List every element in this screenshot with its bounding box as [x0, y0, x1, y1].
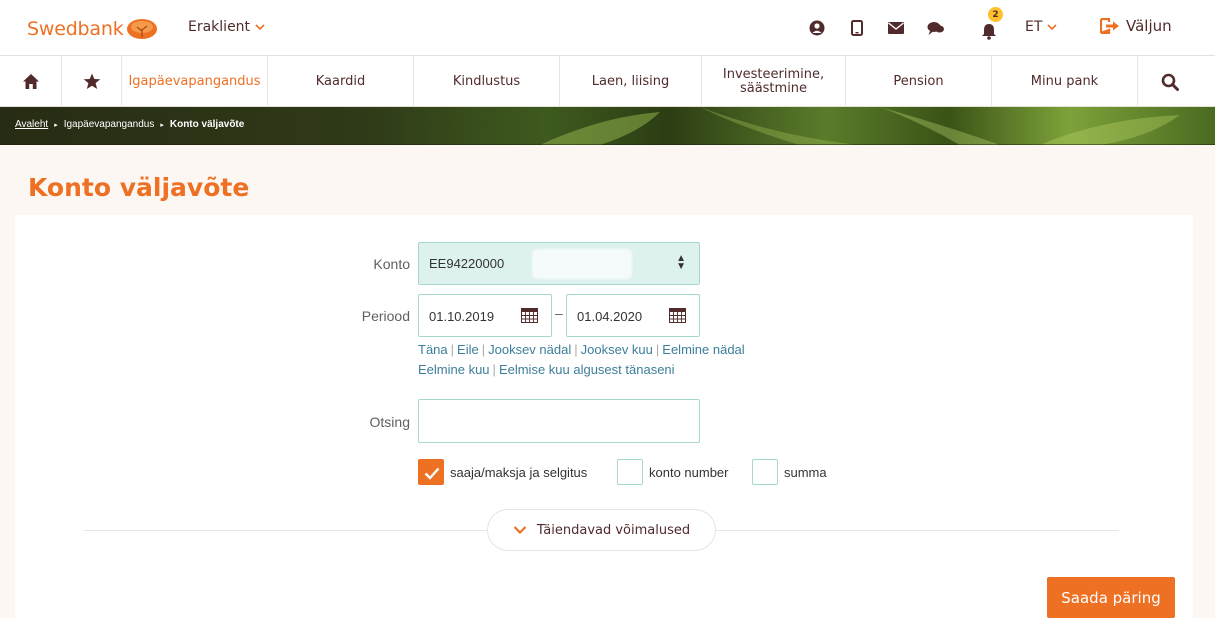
logout-icon	[1100, 18, 1119, 34]
breadcrumb-current: Konto väljavõte	[169, 119, 245, 130]
chat-icon[interactable]	[925, 17, 947, 39]
logout-label: Väljun	[1126, 17, 1172, 35]
checkbox-payee-label: saaja/maksja ja selgitus	[450, 465, 588, 480]
quick-period-yesterday[interactable]: Eile	[457, 342, 479, 357]
nav-pension[interactable]: Pension	[846, 56, 992, 107]
bell-icon[interactable]	[978, 20, 1000, 42]
account-label: Konto	[373, 256, 410, 272]
more-options-label: Täiendavad võimalused	[536, 522, 691, 538]
breadcrumb-home[interactable]: Avaleht	[15, 119, 48, 130]
notification-badge: 2	[988, 7, 1003, 22]
quick-period-today[interactable]: Täna	[418, 342, 448, 357]
chevron-down-icon	[255, 24, 265, 31]
account-value: EE94220000	[429, 256, 505, 271]
mobile-icon[interactable]	[846, 17, 868, 39]
quick-periods-row-2: Eelmine kuu | Eelmise kuu algusest tänasen…	[418, 362, 675, 377]
user-circle-icon[interactable]	[806, 17, 828, 39]
quick-period-current-week[interactable]: Jooksev nädal	[488, 342, 571, 357]
star-icon	[83, 73, 100, 89]
date-from-value: 01.10.2019	[429, 309, 495, 324]
more-options-toggle[interactable]: Täiendavad võimalused	[487, 509, 716, 551]
submit-request-button[interactable]: Saada päring	[1047, 577, 1175, 618]
segment-label: Eraklient	[188, 19, 251, 35]
page-title: Konto väljavõte	[28, 173, 250, 202]
envelope-icon[interactable]	[885, 17, 907, 39]
nav-kaardid[interactable]: Kaardid	[268, 56, 414, 107]
swedbank-logo[interactable]: Swedbank	[27, 14, 158, 44]
chevron-down-icon	[1047, 24, 1057, 31]
quick-period-current-month[interactable]: Jooksev kuu	[581, 342, 653, 357]
nav-igapaevapangandus[interactable]: Igapäevapangandus	[122, 56, 268, 107]
account-redaction	[532, 249, 632, 279]
checkbox-account-number-label: konto number	[649, 465, 729, 480]
breadcrumb-separator-icon: ▸	[160, 121, 164, 129]
brand-name: Swedbank	[27, 18, 124, 40]
nav-investeerimine[interactable]: Investeerimine, säästmine	[702, 56, 846, 107]
quick-periods-row-1: Täna | Eile | Jooksev nädal | Jooksev kuu | Eelm…	[418, 342, 745, 357]
breadcrumb: Avaleht ▸ Igapäevapangandus ▸ Konto välj…	[15, 119, 244, 130]
language-label: ET	[1025, 19, 1043, 35]
date-to-field[interactable]: 01.04.2020	[566, 294, 700, 337]
segment-selector[interactable]: Eraklient	[188, 19, 265, 35]
quick-period-month-to-date[interactable]: Eelmise kuu algusest tänaseni	[499, 362, 675, 377]
date-from-field[interactable]: 01.10.2019	[418, 294, 552, 337]
date-to-value: 01.04.2020	[577, 309, 643, 324]
nav-laen-liising[interactable]: Laen, liising	[560, 56, 702, 107]
nav-home[interactable]	[0, 56, 62, 107]
divider-right	[716, 530, 1119, 531]
quick-period-last-week[interactable]: Eelmine nädal	[662, 342, 744, 357]
checkbox-payee-and-description[interactable]	[418, 459, 444, 485]
calendar-icon[interactable]	[521, 308, 538, 323]
breadcrumb-banner: Avaleht ▸ Igapäevapangandus ▸ Konto välj…	[0, 107, 1215, 145]
main-nav: Igapäevapangandus Kaardid Kindlustus Lae…	[0, 56, 1215, 107]
breadcrumb-section[interactable]: Igapäevapangandus	[64, 119, 155, 130]
checkbox-amount-label: summa	[784, 465, 827, 480]
account-select[interactable]: EE94220000 ▲ ▼	[418, 242, 700, 285]
checkbox-account-number[interactable]	[617, 459, 643, 485]
search-input[interactable]	[418, 399, 700, 443]
nav-favorites[interactable]	[62, 56, 122, 107]
nav-minu-pank[interactable]: Minu pank	[992, 56, 1138, 107]
top-header: Swedbank Eraklient 2 ET Väljun	[0, 0, 1215, 56]
divider-left	[84, 530, 487, 531]
chevron-down-icon	[513, 526, 527, 535]
checkmark-icon	[424, 467, 440, 480]
oak-logo-icon	[126, 19, 157, 39]
search-icon	[1161, 73, 1179, 91]
logout-button[interactable]: Väljun	[1100, 17, 1172, 35]
search-label: Otsing	[369, 414, 410, 430]
nav-search[interactable]	[1138, 56, 1202, 107]
home-icon	[22, 74, 39, 89]
date-range-separator: –	[555, 305, 563, 321]
calendar-icon[interactable]	[669, 308, 686, 323]
checkbox-amount[interactable]	[752, 459, 778, 485]
nav-kindlustus[interactable]: Kindlustus	[414, 56, 560, 107]
select-arrows-icon: ▲ ▼	[676, 253, 686, 272]
language-selector[interactable]: ET	[1025, 19, 1057, 35]
quick-period-last-month[interactable]: Eelmine kuu	[418, 362, 490, 377]
breadcrumb-separator-icon: ▸	[54, 121, 58, 129]
period-label: Periood	[361, 308, 410, 324]
